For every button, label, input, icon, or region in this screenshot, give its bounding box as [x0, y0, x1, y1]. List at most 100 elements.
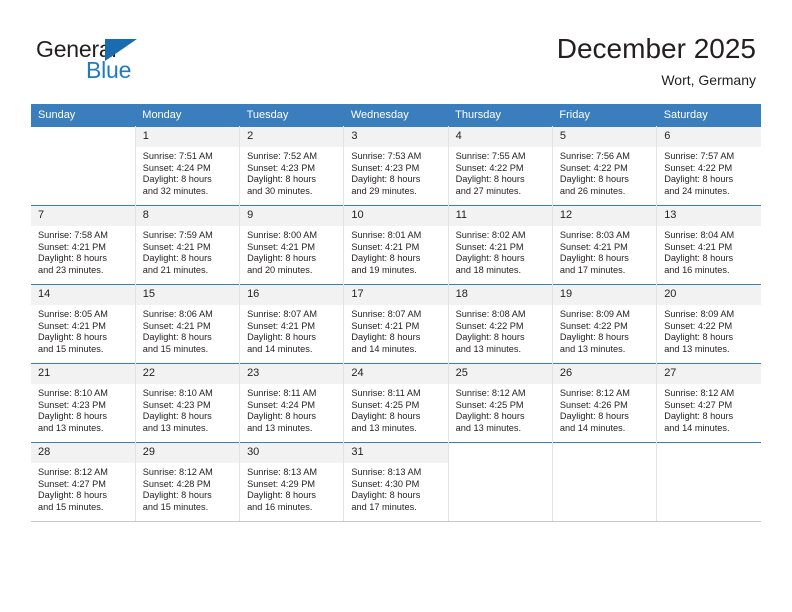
daylight-text-line2: and 19 minutes.	[351, 264, 417, 275]
daylight-text-line1: Daylight: 8 hours	[247, 174, 317, 185]
sunrise-text: Sunrise: 8:09 AM	[664, 309, 735, 319]
day-cell[interactable]: 20 Sunrise: 8:09 AM Sunset: 4:22 PM Dayl…	[656, 284, 761, 364]
day-details: Sunrise: 8:03 AM Sunset: 4:21 PM Dayligh…	[553, 226, 656, 276]
day-cell[interactable]: 23 Sunrise: 8:11 AM Sunset: 4:24 PM Dayl…	[239, 363, 345, 443]
day-cell[interactable]: 27 Sunrise: 8:12 AM Sunset: 4:27 PM Dayl…	[656, 363, 761, 443]
sunrise-text: Sunrise: 8:12 AM	[559, 388, 630, 398]
day-cell[interactable]: 28 Sunrise: 8:12 AM Sunset: 4:27 PM Dayl…	[31, 442, 136, 522]
day-cell[interactable]	[448, 442, 553, 522]
day-cell[interactable]: 21 Sunrise: 8:10 AM Sunset: 4:23 PM Dayl…	[31, 363, 136, 443]
day-number: 4	[448, 127, 552, 147]
day-cell[interactable]: 31 Sunrise: 8:13 AM Sunset: 4:30 PM Dayl…	[343, 442, 449, 522]
day-details: Sunrise: 7:56 AM Sunset: 4:22 PM Dayligh…	[553, 147, 656, 197]
sunrise-text: Sunrise: 7:51 AM	[142, 151, 213, 161]
sunrise-text: Sunrise: 8:02 AM	[455, 230, 526, 240]
day-cell[interactable]: 29 Sunrise: 8:12 AM Sunset: 4:28 PM Dayl…	[135, 442, 241, 522]
calendar-page: General Blue December 2025 Wort, Germany…	[0, 0, 792, 612]
sunrise-text: Sunrise: 8:11 AM	[351, 388, 421, 398]
daylight-text-line1: Daylight: 8 hours	[247, 332, 317, 343]
sunset-text: Sunset: 4:21 PM	[351, 320, 420, 331]
daylight-text-line2: and 13 minutes.	[455, 422, 522, 433]
sunset-text: Sunset: 4:21 PM	[351, 241, 420, 252]
day-number: 5	[552, 127, 657, 147]
sunset-text: Sunset: 4:22 PM	[455, 320, 524, 331]
day-cell[interactable]: 14 Sunrise: 8:05 AM Sunset: 4:21 PM Dayl…	[31, 284, 136, 364]
sunrise-text: Sunrise: 7:55 AM	[455, 151, 526, 161]
daylight-text-line1: Daylight: 8 hours	[559, 253, 629, 264]
sunrise-text: Sunrise: 8:09 AM	[559, 309, 630, 319]
sunrise-text: Sunrise: 8:00 AM	[247, 230, 318, 240]
daylight-text-line2: and 26 minutes.	[559, 185, 626, 196]
day-cell[interactable]: 18 Sunrise: 8:08 AM Sunset: 4:22 PM Dayl…	[448, 284, 553, 364]
day-cell[interactable]: 22 Sunrise: 8:10 AM Sunset: 4:23 PM Dayl…	[135, 363, 241, 443]
day-cell[interactable]: 7 Sunrise: 7:58 AM Sunset: 4:21 PM Dayli…	[31, 205, 136, 285]
day-cell[interactable]: 3 Sunrise: 7:53 AM Sunset: 4:23 PM Dayli…	[343, 126, 449, 206]
sunset-text: Sunset: 4:22 PM	[664, 162, 733, 173]
day-cell[interactable]: 26 Sunrise: 8:12 AM Sunset: 4:26 PM Dayl…	[552, 363, 658, 443]
day-details: Sunrise: 8:08 AM Sunset: 4:22 PM Dayligh…	[449, 305, 552, 355]
daylight-text-line2: and 27 minutes.	[455, 185, 522, 196]
sunrise-text: Sunrise: 8:08 AM	[455, 309, 526, 319]
day-details: Sunrise: 7:51 AM Sunset: 4:24 PM Dayligh…	[136, 147, 239, 197]
day-cell[interactable]: 24 Sunrise: 8:11 AM Sunset: 4:25 PM Dayl…	[343, 363, 449, 443]
day-cell[interactable]: 25 Sunrise: 8:12 AM Sunset: 4:25 PM Dayl…	[448, 363, 553, 443]
sunset-text: Sunset: 4:24 PM	[142, 162, 211, 173]
sunrise-text: Sunrise: 8:10 AM	[38, 388, 108, 398]
day-cell[interactable]: 1 Sunrise: 7:51 AM Sunset: 4:24 PM Dayli…	[135, 126, 241, 206]
day-details: Sunrise: 8:00 AM Sunset: 4:21 PM Dayligh…	[240, 226, 343, 276]
page-header: General Blue December 2025 Wort, Germany	[0, 0, 792, 104]
sunset-text: Sunset: 4:22 PM	[559, 162, 628, 173]
day-cell[interactable]: 2 Sunrise: 7:52 AM Sunset: 4:23 PM Dayli…	[239, 126, 345, 206]
general-blue-logo[interactable]: General Blue	[36, 36, 236, 88]
day-cell[interactable]	[656, 442, 761, 522]
sunrise-text: Sunrise: 8:07 AM	[247, 309, 318, 319]
day-cell[interactable]: 10 Sunrise: 8:01 AM Sunset: 4:21 PM Dayl…	[343, 205, 449, 285]
day-cell[interactable]: 16 Sunrise: 8:07 AM Sunset: 4:21 PM Dayl…	[239, 284, 345, 364]
day-cell[interactable]	[31, 126, 136, 206]
day-cell[interactable]	[552, 442, 658, 522]
day-details: Sunrise: 7:57 AM Sunset: 4:22 PM Dayligh…	[657, 147, 761, 197]
daylight-text-line1: Daylight: 8 hours	[38, 332, 107, 343]
day-details: Sunrise: 7:59 AM Sunset: 4:21 PM Dayligh…	[136, 226, 239, 276]
calendar-week-row: 21 Sunrise: 8:10 AM Sunset: 4:23 PM Dayl…	[31, 363, 761, 443]
daylight-text-line1: Daylight: 8 hours	[455, 411, 525, 422]
day-cell[interactable]: 19 Sunrise: 8:09 AM Sunset: 4:22 PM Dayl…	[552, 284, 658, 364]
sunrise-text: Sunrise: 7:58 AM	[38, 230, 108, 240]
day-cell[interactable]: 30 Sunrise: 8:13 AM Sunset: 4:29 PM Dayl…	[239, 442, 345, 522]
weekday-header-friday: Friday	[552, 104, 657, 127]
day-number: 19	[552, 285, 657, 305]
daylight-text-line2: and 17 minutes.	[559, 264, 626, 275]
daylight-text-line1: Daylight: 8 hours	[142, 332, 212, 343]
day-cell[interactable]: 5 Sunrise: 7:56 AM Sunset: 4:22 PM Dayli…	[552, 126, 658, 206]
calendar-header-row: Sunday Monday Tuesday Wednesday Thursday…	[31, 104, 761, 127]
day-cell[interactable]: 4 Sunrise: 7:55 AM Sunset: 4:22 PM Dayli…	[448, 126, 553, 206]
daylight-text-line2: and 13 minutes.	[664, 343, 730, 354]
page-title: December 2025	[556, 33, 756, 64]
day-cell[interactable]: 8 Sunrise: 7:59 AM Sunset: 4:21 PM Dayli…	[135, 205, 241, 285]
day-number: 29	[135, 443, 240, 463]
day-number: 10	[344, 206, 448, 226]
sunrise-text: Sunrise: 8:03 AM	[559, 230, 630, 240]
weekday-header-thursday: Thursday	[448, 104, 553, 127]
day-cell[interactable]: 9 Sunrise: 8:00 AM Sunset: 4:21 PM Dayli…	[239, 205, 345, 285]
sunrise-text: Sunrise: 7:52 AM	[247, 151, 318, 161]
day-cell[interactable]: 12 Sunrise: 8:03 AM Sunset: 4:21 PM Dayl…	[552, 205, 658, 285]
day-number: 11	[448, 206, 552, 226]
day-cell[interactable]: 6 Sunrise: 7:57 AM Sunset: 4:22 PM Dayli…	[656, 126, 761, 206]
day-cell[interactable]: 11 Sunrise: 8:02 AM Sunset: 4:21 PM Dayl…	[448, 205, 553, 285]
daylight-text-line1: Daylight: 8 hours	[351, 490, 421, 501]
day-cell[interactable]: 17 Sunrise: 8:07 AM Sunset: 4:21 PM Dayl…	[343, 284, 449, 364]
sunrise-text: Sunrise: 8:05 AM	[38, 309, 108, 319]
day-details	[657, 463, 761, 467]
day-number: 28	[31, 443, 135, 463]
day-details: Sunrise: 8:13 AM Sunset: 4:30 PM Dayligh…	[344, 463, 447, 513]
day-cell[interactable]: 15 Sunrise: 8:06 AM Sunset: 4:21 PM Dayl…	[135, 284, 241, 364]
day-cell[interactable]: 13 Sunrise: 8:04 AM Sunset: 4:21 PM Dayl…	[656, 205, 761, 285]
daylight-text-line2: and 15 minutes.	[142, 501, 209, 512]
daylight-text-line1: Daylight: 8 hours	[142, 174, 212, 185]
sunset-text: Sunset: 4:27 PM	[38, 478, 106, 489]
daylight-text-line1: Daylight: 8 hours	[38, 411, 107, 422]
daylight-text-line2: and 15 minutes.	[142, 343, 209, 354]
daylight-text-line2: and 13 minutes.	[559, 343, 626, 354]
daylight-text-line1: Daylight: 8 hours	[664, 411, 734, 422]
